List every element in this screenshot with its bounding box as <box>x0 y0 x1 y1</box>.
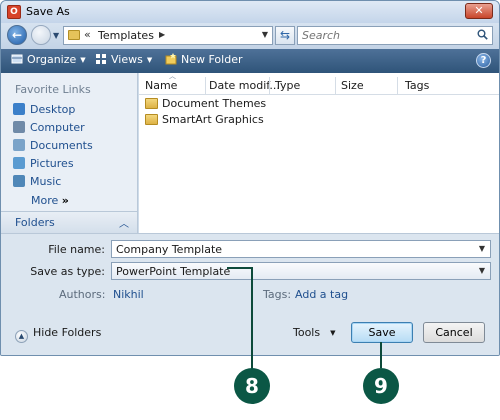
window-title: Save As <box>26 5 70 18</box>
column-headers: Name ︿ Date modif... Type Size Tags <box>139 72 499 95</box>
hide-folders-label: Hide Folders <box>33 326 102 339</box>
command-toolbar: Organize ▼ Views ▼ New Folder ? <box>1 49 499 73</box>
folders-toggle[interactable]: Folders ︿ <box>1 211 137 233</box>
more-links[interactable]: More » <box>31 194 69 207</box>
sidebar-item-desktop[interactable]: Desktop <box>13 103 75 119</box>
favorite-links-header: Favorite Links <box>15 83 91 96</box>
breadcrumb-arrow-icon[interactable]: ▶ <box>159 30 165 39</box>
list-item[interactable]: SmartArt Graphics <box>145 113 264 129</box>
callout-9: 9 <box>363 368 399 404</box>
computer-icon <box>13 121 25 133</box>
save-type-label: Save as type: <box>30 265 105 278</box>
save-options-panel: File name: Company Template ▼ Save as ty… <box>1 233 499 355</box>
folder-icon <box>68 30 80 40</box>
tools-button[interactable]: Tools ▼ <box>293 326 336 339</box>
sidebar-item-music[interactable]: Music <box>13 175 61 191</box>
folder-icon <box>145 114 158 125</box>
column-divider[interactable] <box>397 77 398 95</box>
sidebar-item-documents[interactable]: Documents <box>13 139 93 155</box>
add-tag-link[interactable]: Add a tag <box>295 288 348 301</box>
organize-button[interactable]: Organize ▼ <box>11 53 86 69</box>
save-button[interactable]: Save <box>351 322 413 343</box>
sidebar-item-label: Music <box>30 175 62 188</box>
help-icon[interactable]: ? <box>476 53 491 68</box>
views-icon <box>96 54 106 64</box>
sidebar-item-label: Pictures <box>30 157 74 170</box>
hide-folders-button[interactable]: ▲ Hide Folders <box>15 326 101 343</box>
file-name: Document Themes <box>162 97 267 110</box>
list-item[interactable]: Document Themes <box>145 97 266 113</box>
callout-8: 8 <box>234 368 270 404</box>
organize-icon <box>11 54 23 64</box>
save-type-value: PowerPoint Template <box>116 265 231 278</box>
sidebar-item-pictures[interactable]: Pictures <box>13 157 74 173</box>
organize-label: Organize <box>27 53 77 66</box>
app-icon: O <box>7 5 21 19</box>
authors-value[interactable]: Nikhil <box>113 288 144 301</box>
search-input[interactable] <box>302 29 472 42</box>
authors-label: Authors: <box>59 288 106 301</box>
cancel-button[interactable]: Cancel <box>423 322 485 343</box>
address-row: ← ▼ « Templates ▶ ▼ ⇆ <box>1 23 499 49</box>
chevron-up-icon: ▲ <box>15 330 28 343</box>
desktop-icon <box>13 103 25 115</box>
column-divider[interactable] <box>335 77 336 95</box>
search-box[interactable] <box>297 26 493 45</box>
folders-label: Folders <box>15 216 55 229</box>
address-location[interactable]: Templates <box>98 29 154 42</box>
callout-8-leader <box>251 268 253 370</box>
tools-label: Tools <box>293 326 321 339</box>
new-folder-label: New Folder <box>181 53 243 66</box>
save-as-dialog: O Save As ✕ ← ▼ « Templates ▶ ▼ ⇆ Organi… <box>0 0 500 356</box>
views-button[interactable]: Views ▼ <box>95 53 152 69</box>
callout-8-leader-tick <box>227 267 253 269</box>
new-folder-icon <box>165 53 177 65</box>
sidebar-item-label: Desktop <box>30 103 76 116</box>
views-dropdown-icon: ▼ <box>146 56 153 64</box>
address-chevrons[interactable]: « <box>84 28 91 41</box>
close-button[interactable]: ✕ <box>465 3 493 19</box>
column-type[interactable]: Type <box>275 79 300 92</box>
organize-dropdown-icon: ▼ <box>80 56 86 64</box>
documents-icon <box>13 139 25 151</box>
refresh-button[interactable]: ⇆ <box>275 26 295 45</box>
more-label: More <box>31 194 59 207</box>
file-list: Name ︿ Date modif... Type Size Tags Docu… <box>139 72 499 233</box>
callout-9-leader <box>380 342 382 368</box>
tools-dropdown-icon: ▼ <box>330 329 336 337</box>
address-bar[interactable]: « Templates ▶ ▼ <box>63 26 273 45</box>
file-name-value: Company Template <box>116 243 223 256</box>
sort-arrow-icon: ︿ <box>169 72 176 80</box>
file-name-label: File name: <box>48 243 105 256</box>
column-divider[interactable] <box>205 77 206 95</box>
forward-button[interactable] <box>31 25 51 45</box>
save-type-select[interactable]: PowerPoint Template ▼ <box>111 262 491 280</box>
pictures-icon <box>13 157 25 169</box>
column-divider[interactable] <box>269 77 270 95</box>
more-chevron-icon: » <box>61 194 69 207</box>
column-size[interactable]: Size <box>341 79 364 92</box>
tags-label: Tags: <box>263 288 292 301</box>
sidebar-item-label: Computer <box>30 121 85 134</box>
views-label: Views <box>111 53 143 66</box>
sidebar-item-computer[interactable]: Computer <box>13 121 85 137</box>
back-button[interactable]: ← <box>7 25 27 45</box>
sidebar-item-label: Documents <box>30 139 93 152</box>
chevron-up-icon: ︿ <box>119 219 129 230</box>
file-name: SmartArt Graphics <box>162 113 264 126</box>
history-dropdown-icon[interactable]: ▼ <box>53 31 59 40</box>
navigation-pane: Favorite Links Desktop Computer Document… <box>1 73 138 233</box>
search-icon[interactable] <box>477 29 488 40</box>
new-folder-button[interactable]: New Folder <box>165 53 242 69</box>
file-name-field[interactable]: Company Template ▼ <box>111 240 491 258</box>
chevron-down-icon[interactable]: ▼ <box>479 244 485 253</box>
chevron-down-icon[interactable]: ▼ <box>479 266 485 275</box>
title-bar: O Save As ✕ <box>1 1 499 23</box>
column-tags[interactable]: Tags <box>405 79 429 92</box>
music-icon <box>13 175 25 187</box>
folder-icon <box>145 98 158 109</box>
address-dropdown-icon[interactable]: ▼ <box>262 30 268 39</box>
